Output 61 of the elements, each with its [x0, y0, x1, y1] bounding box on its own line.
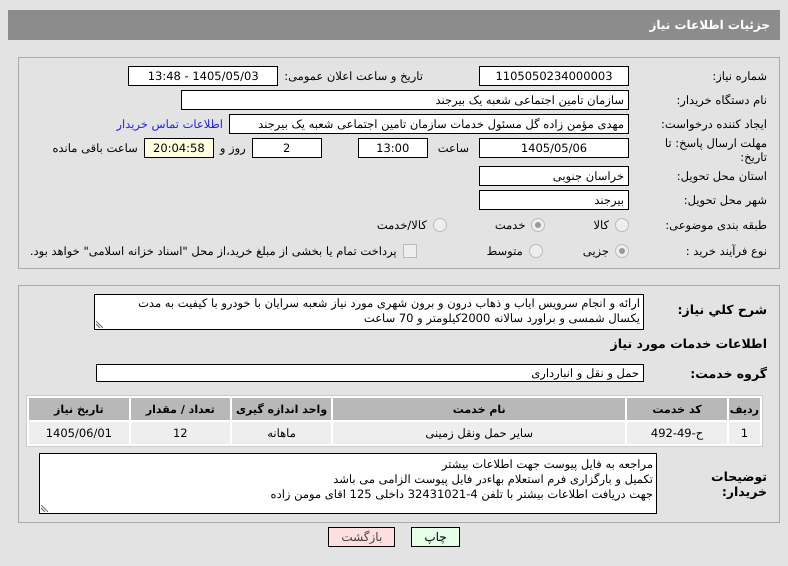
resize-grip-icon[interactable]: [41, 505, 48, 512]
requester-field: مهدی مؤمن زاده گل مسئول خدمات سازمان تامین اجتماعی شعبه یک بیرجند: [229, 114, 629, 134]
field-label: شماره نیاز:: [711, 69, 768, 83]
city-field: بیرجند: [479, 190, 629, 210]
table-cell: ماهانه: [232, 422, 332, 444]
province-field: خراسان جنوبی: [479, 166, 629, 186]
field-label: نوع فرآیند خرید :: [684, 244, 768, 258]
column-header: ردیف: [728, 398, 760, 420]
column-header: کد خدمت: [627, 398, 727, 420]
column-header: نام خدمت: [333, 398, 626, 420]
option-label: کالا: [593, 218, 609, 232]
page-title: جزئیات اطلاعات نیاز: [649, 17, 770, 34]
notes-line: تکمیل و بارگزاری فرم استعلام بهاءدر فایل پیوست الزامی می باشد: [332, 472, 653, 487]
field-label: ساعت: [438, 141, 469, 155]
days-field: 2: [252, 138, 322, 158]
field-label: توضیحات خریدار:: [710, 468, 768, 498]
field-label: ایجاد کننده درخواست:: [660, 117, 768, 131]
option-label: خدمت: [494, 218, 526, 232]
field-label: روز و: [220, 141, 246, 155]
table-cell: ح-49-492: [627, 422, 727, 444]
table-cell: 1: [728, 422, 760, 444]
option-label: جزیی: [582, 244, 609, 258]
field-label: نام دستگاه خریدار:: [675, 93, 768, 107]
field-label: ساعت باقی مانده: [52, 141, 138, 155]
deadline-date-field: 1405/05/06: [479, 138, 629, 158]
radio-button[interactable]: [615, 218, 629, 232]
field-label: گروه خدمت:: [689, 366, 768, 380]
contact-link[interactable]: اطلاعات تماس خریدار: [116, 117, 223, 131]
field-label: استان محل تحویل:: [676, 169, 768, 183]
announce-date-field: 1405/05/03 - 13:48: [128, 66, 278, 86]
column-header: تاریخ نیاز: [29, 398, 129, 420]
table-cell: 1405/06/01: [29, 422, 129, 444]
description-text: ارائه و انجام سرویس اياب و ذهاب درون و برون شهری مورد نیاز شعبه سرایان با خودرو با کیفیت به مدت یکسال شمسی و براورد سالانه 2000کیلومتر و 70 ساعت: [137, 296, 640, 326]
column-header: واحد اندازه گیری: [232, 398, 332, 420]
radio-button[interactable]: [531, 218, 546, 232]
buyer-field: سازمان تامین اجتماعی شعبه یک بیرجند: [181, 90, 629, 110]
payment-note: پرداخت تمام یا بخشی از مبلغ خرید،از محل "اسناد خزانه اسلامی" خواهد بود.: [30, 244, 397, 258]
checkbox[interactable]: [402, 244, 417, 258]
notes-line: جهت دریافت اطلاعات بیشتر با تلفن 4-32431021 داخلی 125 اقای مومن زاده: [270, 487, 653, 502]
back-button[interactable]: بازگشت: [328, 527, 396, 547]
section-title: اطلاعات خدمات مورد نیاز: [610, 336, 767, 351]
time-field: 13:00: [358, 138, 428, 158]
option-label: متوسط: [486, 244, 523, 258]
radio-button[interactable]: [432, 218, 447, 232]
notes-line: مراجعه به فایل پیوست جهت اطلاعات بیشتر: [440, 457, 653, 472]
field-label: تاریخ و ساعت اعلان عمومی:: [284, 69, 423, 83]
print-button[interactable]: چاپ: [411, 527, 460, 547]
service-group-field: حمل و نقل و انبارداری: [96, 364, 644, 382]
table-cell: 12: [130, 422, 230, 444]
field-label: شرح کلي نیاز:: [676, 301, 768, 317]
column-header: تعداد / مقدار: [130, 398, 230, 420]
table-cell: سایر حمل ونقل زمینی: [333, 422, 626, 444]
radio-button[interactable]: [528, 244, 543, 258]
remaining-time-field: 20:04:58: [144, 138, 214, 158]
field-label: شهر محل تحویل:: [682, 193, 768, 207]
need-number-field: 1105050234000003: [479, 66, 629, 86]
resize-grip-icon[interactable]: [96, 321, 103, 328]
option-label: کالا/خدمت: [376, 218, 427, 232]
field-label: طبقه بندی موضوعی:: [664, 218, 768, 232]
radio-button[interactable]: [615, 244, 629, 258]
field-label: مهلت ارسال پاسخ: تا تاریخ:: [664, 136, 768, 164]
